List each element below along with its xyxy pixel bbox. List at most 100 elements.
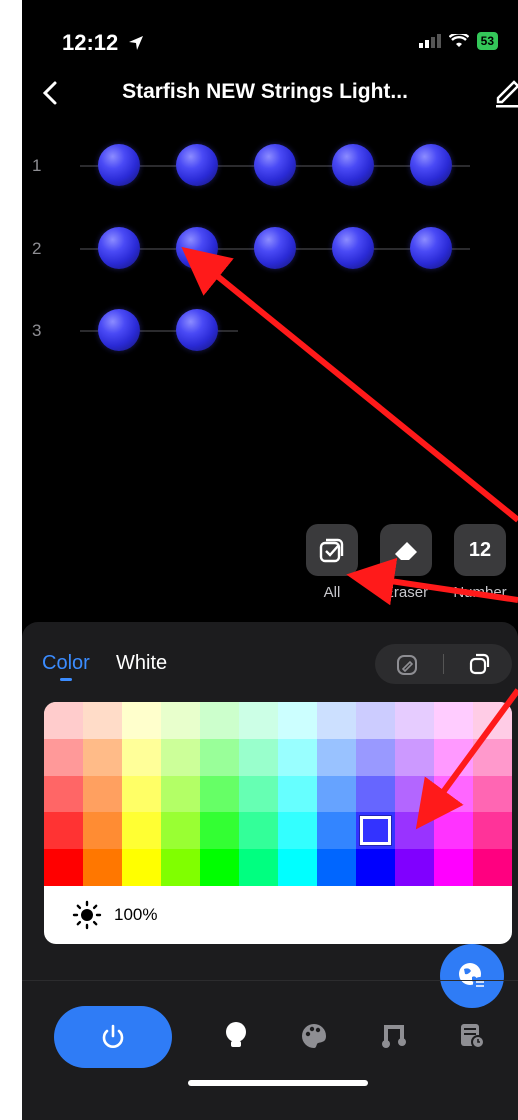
nav-bulb[interactable] [220, 1020, 252, 1052]
color-swatch[interactable] [317, 702, 356, 739]
location-arrow-icon [129, 36, 144, 50]
light-bulb[interactable] [176, 227, 218, 269]
color-swatch[interactable] [239, 812, 278, 850]
palette-icon [302, 1024, 326, 1048]
nav-music[interactable] [378, 1020, 410, 1052]
color-swatch[interactable] [395, 812, 434, 850]
color-swatch[interactable] [239, 849, 278, 886]
color-swatch[interactable] [434, 849, 473, 886]
color-swatch[interactable] [395, 849, 434, 886]
light-bulb[interactable] [98, 309, 140, 351]
color-swatch[interactable] [278, 849, 317, 886]
color-swatch[interactable] [200, 738, 239, 776]
color-swatch[interactable] [356, 849, 395, 886]
globe-switch-button[interactable] [440, 944, 504, 1008]
color-swatch[interactable] [356, 702, 395, 739]
color-swatch[interactable] [83, 849, 122, 886]
eraser-button[interactable] [380, 524, 432, 576]
color-swatch[interactable] [200, 775, 239, 813]
color-swatch[interactable] [395, 775, 434, 813]
color-swatch[interactable] [356, 738, 395, 776]
brightness-row[interactable]: 100% [44, 886, 512, 944]
light-bulb[interactable] [254, 144, 296, 186]
select-all-button[interactable] [306, 524, 358, 576]
light-bulb[interactable] [176, 144, 218, 186]
light-bulb[interactable] [98, 227, 140, 269]
edit-pencil-icon[interactable] [496, 78, 518, 108]
color-grid[interactable] [44, 702, 512, 886]
light-bulb[interactable] [98, 144, 140, 186]
color-swatch[interactable] [200, 849, 239, 886]
color-swatch[interactable] [200, 702, 239, 739]
color-swatch[interactable] [83, 738, 122, 776]
color-swatch[interactable] [317, 775, 356, 813]
battery-indicator: 53 [476, 32, 498, 50]
row-label: 2 [32, 239, 42, 258]
color-swatch[interactable] [83, 702, 122, 739]
color-swatch[interactable] [83, 775, 122, 813]
color-swatch[interactable] [317, 738, 356, 776]
color-swatch[interactable] [434, 812, 473, 850]
color-swatch[interactable] [239, 775, 278, 813]
color-swatch[interactable] [473, 775, 512, 813]
tab-color[interactable]: Color [42, 652, 90, 675]
nav-palette[interactable] [298, 1020, 330, 1052]
light-bulb[interactable] [410, 227, 452, 269]
color-swatch[interactable] [122, 702, 161, 739]
brush-mode-icon[interactable] [395, 653, 419, 677]
select-all-icon [319, 538, 344, 563]
color-swatch[interactable] [473, 702, 512, 739]
color-swatch[interactable] [161, 738, 200, 776]
color-swatch[interactable] [161, 702, 200, 739]
copy-mode-icon[interactable] [467, 652, 491, 676]
color-swatch[interactable] [122, 849, 161, 886]
light-bulb[interactable] [332, 227, 374, 269]
color-swatch[interactable] [317, 812, 356, 850]
color-swatch[interactable] [239, 738, 278, 776]
color-swatch[interactable] [473, 738, 512, 776]
color-swatch[interactable] [278, 702, 317, 739]
nav-separator [22, 980, 518, 981]
light-bulb[interactable] [176, 309, 218, 351]
color-swatch[interactable] [161, 812, 200, 850]
color-swatch[interactable] [356, 775, 395, 813]
color-swatch[interactable] [122, 812, 161, 850]
color-swatch[interactable] [44, 812, 83, 850]
color-swatch[interactable] [83, 812, 122, 850]
light-bulb[interactable] [410, 144, 452, 186]
music-icon [382, 1025, 406, 1048]
color-swatch[interactable] [200, 812, 239, 850]
color-swatch[interactable] [278, 775, 317, 813]
color-swatch[interactable] [317, 849, 356, 886]
color-swatch[interactable] [395, 702, 434, 739]
color-swatch[interactable] [44, 702, 83, 739]
light-bulb[interactable] [332, 144, 374, 186]
back-chevron-icon[interactable] [36, 78, 66, 108]
power-icon [102, 1024, 124, 1048]
globe-swap-icon [459, 963, 487, 991]
light-bulb[interactable] [254, 227, 296, 269]
color-swatch[interactable] [44, 775, 83, 813]
color-swatch[interactable] [239, 702, 278, 739]
color-swatch[interactable] [356, 812, 395, 850]
tab-white[interactable]: White [116, 652, 167, 675]
color-swatch[interactable] [473, 849, 512, 886]
color-swatch[interactable] [434, 738, 473, 776]
power-button[interactable] [54, 1006, 172, 1068]
color-swatch[interactable] [395, 738, 434, 776]
color-swatch[interactable] [44, 738, 83, 776]
color-swatch[interactable] [434, 702, 473, 739]
color-swatch[interactable] [122, 738, 161, 776]
color-swatch[interactable] [434, 775, 473, 813]
color-swatch[interactable] [44, 849, 83, 886]
mode-toggle [375, 644, 512, 684]
color-swatch[interactable] [278, 738, 317, 776]
color-swatch[interactable] [278, 812, 317, 850]
color-swatch[interactable] [161, 849, 200, 886]
color-swatch[interactable] [161, 775, 200, 813]
nav-schedule[interactable] [456, 1020, 488, 1052]
brightness-value: 100% [114, 905, 158, 924]
number-button[interactable]: 12 [454, 524, 506, 576]
color-swatch[interactable] [122, 775, 161, 813]
color-swatch[interactable] [473, 812, 512, 850]
